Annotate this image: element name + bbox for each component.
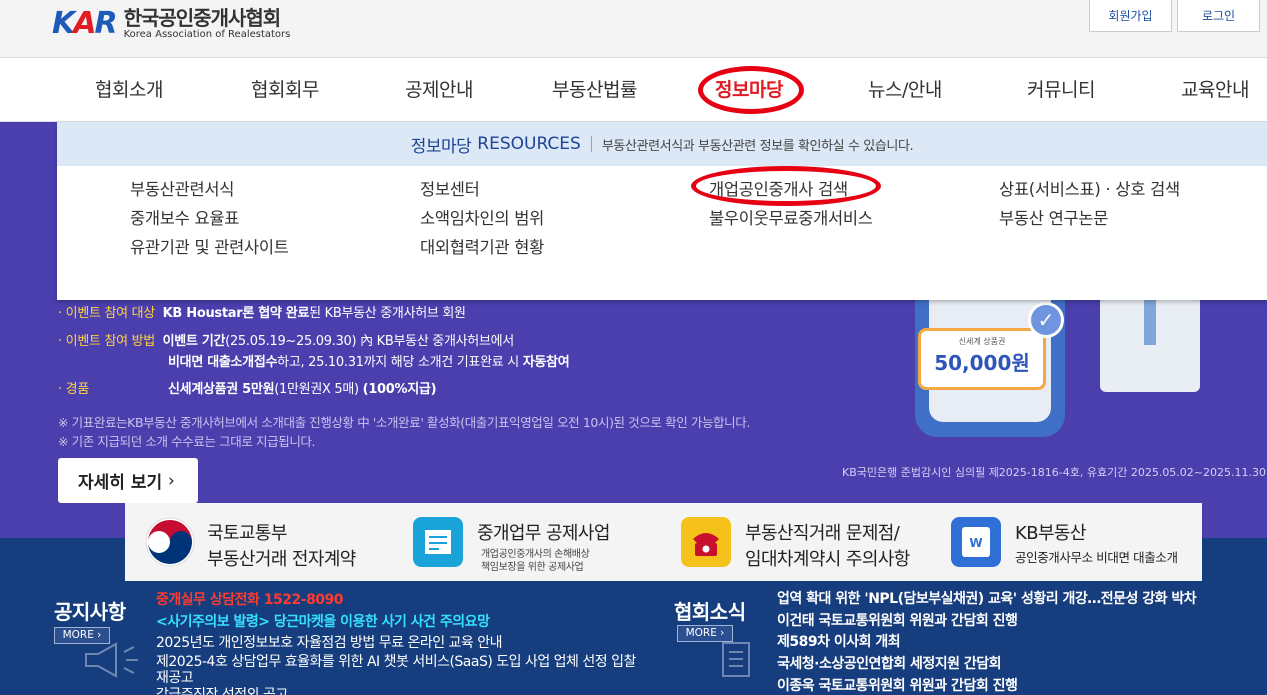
svg-text:W: W: [969, 536, 982, 550]
notice-title: 공지사항: [54, 600, 126, 624]
org-name-en: Korea Association of Realestators: [123, 29, 291, 40]
menu-agent-search[interactable]: 개업공인중개사 검색: [709, 176, 848, 200]
document-icon: [413, 517, 463, 567]
banner-e-contract[interactable]: 국토교통부 부동산거래 전자계약: [125, 503, 393, 581]
logo[interactable]: KAR 한국공인중개사협회 Korea Association of Reale…: [52, 6, 290, 41]
nav-education[interactable]: 교육안내: [1181, 58, 1249, 122]
assoc-news-item[interactable]: 업역 확대 위한 'NPL(담보부실채권) 교육' 성황리 개강…전문성 강화 …: [777, 590, 1197, 608]
banner-direct-trade[interactable]: 부동산직거래 문제점/ 임대차계약시 주의사항: [663, 503, 931, 581]
nav-resources[interactable]: 정보마당: [715, 58, 783, 122]
assoc-news-item[interactable]: 국세청·소상공인연합회 세정지원 간담회: [777, 655, 1002, 673]
nav-law[interactable]: 부동산법률: [552, 58, 637, 122]
detail-button[interactable]: 자세히 보기 ›: [58, 458, 198, 503]
korea-gov-icon: [145, 517, 195, 567]
kb-icon: W: [951, 517, 1001, 567]
menu-info-center[interactable]: 정보센터: [420, 176, 480, 200]
notice-item[interactable]: 제2025-4호 상담업무 효율화를 위한 AI 챗봇 서비스(SaaS) 도입…: [156, 653, 636, 671]
top-bar: KAR 한국공인중개사협회 Korea Association of Reale…: [0, 0, 1267, 58]
notice-item[interactable]: 2025년도 개인정보보호 자율점검 방법 무료 온라인 교육 안내: [156, 634, 503, 652]
nav-news[interactable]: 뉴스/안내: [868, 58, 942, 122]
menu-free-brokerage[interactable]: 불우이웃무료중개서비스: [709, 205, 873, 229]
quick-banners: 국토교통부 부동산거래 전자계약 중개업무 공제사업 개업공인중개사의 손해배상…: [125, 503, 1202, 581]
menu-related-sites[interactable]: 유관기관 및 관련사이트: [130, 234, 289, 258]
megaphone-icon: [85, 642, 138, 678]
logo-mark: KAR: [52, 6, 118, 41]
menu-research-papers[interactable]: 부동산 연구논문: [999, 205, 1108, 229]
main-nav: 협회소개 협회회무 공제안내 부동산법률 정보마당 뉴스/안내 커뮤니티 교육안…: [0, 58, 1267, 122]
menu-trademark-search[interactable]: 상표(서비스표) · 상호 검색: [999, 176, 1180, 200]
banner-mutual-aid[interactable]: 중개업무 공제사업 개업공인중개사의 손해배상 책임보장을 위한 공제사업: [395, 503, 663, 581]
assoc-news-item[interactable]: 이건태 국토교통위원회 위원과 간담회 진행: [777, 612, 1018, 630]
menu-partner-orgs[interactable]: 대외협력기관 현황: [420, 234, 544, 258]
dropdown-header: 정보마당 RESOURCES 부동산관련서식과 부동산관련 정보를 확인하실 수…: [57, 122, 1267, 166]
check-icon: ✓: [1028, 302, 1064, 338]
menu-fee-rates[interactable]: 중개보수 요율표: [130, 205, 239, 229]
phone-icon: [681, 517, 731, 567]
notice-item[interactable]: <사기주의보 발령> 당근마켓을 이용한 사기 사건 주의요망: [156, 613, 490, 631]
banner-kb-realestate[interactable]: W KB부동산 공인중개사무소 비대면 대출소개: [933, 503, 1201, 581]
org-name-ko: 한국공인중개사협회: [123, 6, 282, 30]
menu-small-tenant[interactable]: 소액임차인의 범위: [420, 205, 544, 229]
notice-item[interactable]: 재공고: [156, 669, 194, 687]
nav-about[interactable]: 협회소개: [95, 58, 163, 122]
assoc-news-item[interactable]: 이종욱 국토교통위원회 위원과 간담회 진행: [777, 677, 1018, 695]
hero-note-1: ※ 기표완료는KB부동산 중개사허브에서 소개대출 진행상황 中 '소개완료' …: [58, 415, 750, 430]
nav-mutual-aid[interactable]: 공제안내: [405, 58, 473, 122]
nav-affairs[interactable]: 협회회무: [251, 58, 319, 122]
menu-forms[interactable]: 부동산관련서식: [130, 176, 234, 200]
hero-note-2: ※ 기존 지급되던 소개 수수료는 그대로 지급됩니다.: [58, 434, 316, 449]
voucher-card: 신세계 상품권 50,000원: [918, 328, 1046, 390]
login-button[interactable]: 로그인: [1177, 0, 1260, 32]
signup-button[interactable]: 회원가입: [1089, 0, 1172, 32]
notice-item[interactable]: 중개실무 상담전화 1522-8090: [156, 591, 344, 609]
legal-text: KB국민은행 준법감시인 심의필 제2025-1816-4호, 유효기간 202…: [842, 466, 1267, 479]
resources-dropdown: 정보마당 RESOURCES 부동산관련서식과 부동산관련 정보를 확인하실 수…: [57, 122, 1267, 300]
assoc-news-title: 협회소식: [674, 600, 746, 624]
nav-community[interactable]: 커뮤니티: [1027, 58, 1095, 122]
notice-item[interactable]: 감급주진장 선정외 공고: [156, 686, 288, 695]
document-list-icon: [722, 642, 750, 677]
assoc-news-item[interactable]: 제589차 이사회 개최: [777, 633, 901, 651]
